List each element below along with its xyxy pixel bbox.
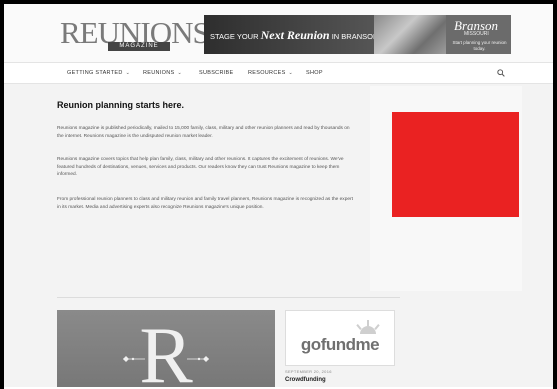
banner-prefix: STAGE YOUR — [210, 32, 259, 41]
gofundme-post-image[interactable]: gofundme — [285, 310, 395, 366]
nav-label: REUNIONS — [143, 70, 175, 76]
nav-label: SHOP — [306, 70, 323, 76]
topics-paragraph: Reunions magazine covers topics that hel… — [57, 157, 344, 178]
banner-cta: Start planning your reunion today. — [452, 40, 507, 51]
browser-viewport: REUNIONS MAGAZINE STAGE YOUR Next Reunio… — [4, 4, 553, 389]
gofundme-logo: gofundme — [300, 335, 380, 354]
banner-left-panel: STAGE YOUR Next Reunion IN BRANSON. — [204, 15, 380, 54]
banner-brand-sub: MISSOURI — [464, 31, 489, 37]
feature-letter: R — [139, 312, 193, 389]
branson-ad-banner[interactable]: STAGE YOUR Next Reunion IN BRANSON. Bran… — [204, 15, 511, 54]
expert-paragraph: From professional reunion planners to cl… — [57, 197, 353, 210]
nav-reunions[interactable]: REUNIONS ⌄ — [143, 63, 182, 83]
nav-resources[interactable]: RESOURCES ⌄ — [248, 63, 293, 83]
nav-getting-started[interactable]: GETTING STARTED ⌄ — [67, 63, 130, 83]
nav-label: GETTING STARTED — [67, 70, 123, 76]
nav-label: RESOURCES — [248, 70, 286, 76]
banner-headline: STAGE YOUR Next Reunion IN BRANSON. — [210, 28, 380, 43]
page: REUNIONS MAGAZINE STAGE YOUR Next Reunio… — [0, 0, 557, 389]
nav-subscribe[interactable]: SUBSCRIBE — [199, 63, 234, 83]
nav-label: SUBSCRIBE — [199, 70, 234, 76]
site-header: REUNIONS MAGAZINE STAGE YOUR Next Reunio… — [4, 4, 553, 62]
content-divider — [57, 297, 400, 298]
site-logo[interactable]: REUNIONS MAGAZINE — [60, 16, 210, 54]
chevron-down-icon: ⌄ — [125, 70, 131, 76]
post-date: SEPTEMBER 20, 2016 — [285, 369, 332, 374]
banner-highlight: Next Reunion — [260, 28, 330, 42]
chevron-down-icon: ⌄ — [288, 70, 294, 76]
page-title: Reunion planning starts here. — [57, 100, 185, 110]
sidebar-ad[interactable] — [392, 112, 519, 217]
intro-paragraph: Reunions magazine is published periodica… — [57, 126, 350, 139]
chevron-down-icon: ⌄ — [177, 70, 182, 76]
search-icon[interactable] — [497, 69, 505, 77]
sunburst-icon — [356, 320, 380, 334]
banner-photo — [374, 15, 446, 54]
logo-subtext: MAGAZINE — [119, 43, 159, 49]
main-nav: GETTING STARTED ⌄ REUNIONS ⌄ SUBSCRIBE RES… — [4, 62, 553, 84]
featured-post-image[interactable]: R — [57, 310, 275, 389]
banner-brand-panel: Branson MISSOURI Start planning your reu… — [446, 15, 511, 54]
post-title[interactable]: Crowdfunding — [285, 377, 326, 383]
nav-shop[interactable]: SHOP — [306, 63, 323, 83]
ornament-icon — [123, 356, 209, 362]
